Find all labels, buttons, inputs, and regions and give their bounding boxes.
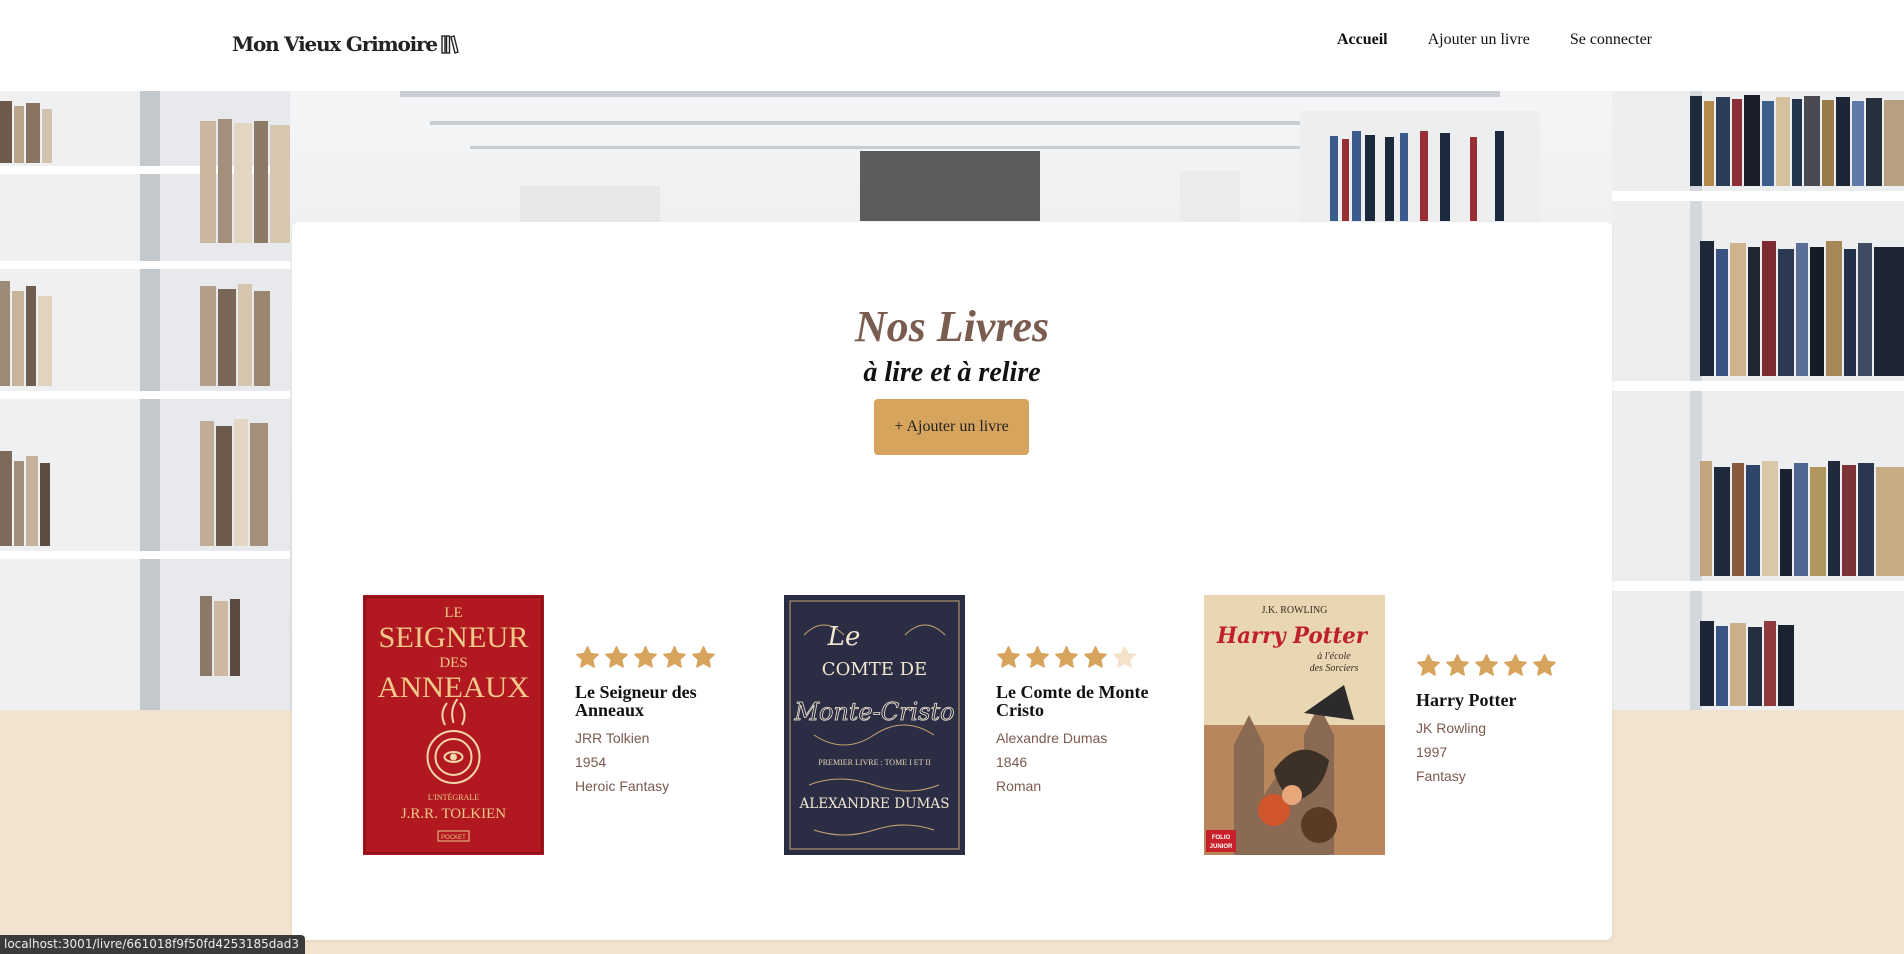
cover-line2: COMTE DE	[822, 659, 927, 680]
star-filled-icon	[997, 646, 1020, 668]
book-cover[interactable]: J.K. ROWLING Harry Potter à l'école des …	[1204, 595, 1385, 855]
book-info: Le Comte de Monte Cristo Alexandre Dumas…	[996, 645, 1156, 798]
site-logo[interactable]: Mon Vieux Grimoire	[232, 32, 459, 56]
book-genre: Roman	[996, 778, 1042, 794]
book-author: JRR Tolkien	[575, 730, 650, 746]
star-filled-icon	[1504, 654, 1527, 676]
browser-status-url: localhost:3001/livre/661018f9f50fd425318…	[0, 935, 306, 954]
cover-line1: LE	[444, 605, 462, 621]
cover-line1: Harry Potter	[1216, 623, 1368, 649]
book-cover[interactable]: Le COMTE DE Monte-Cristo PREMIER LIVRE :…	[784, 595, 965, 855]
book-year: 1997	[1416, 744, 1448, 760]
book-card[interactable]: LE SEIGNEUR DES ANNEAUX L'INTÉGRALE J.R.…	[363, 595, 715, 855]
book-meta: Alexandre Dumas 1846 Roman	[996, 726, 1156, 798]
add-book-button[interactable]: + Ajouter un livre	[874, 399, 1029, 455]
star-filled-icon	[1084, 646, 1107, 668]
book-year: 1846	[996, 754, 1028, 770]
star-filled-icon	[1026, 646, 1049, 668]
site-header: Mon Vieux Grimoire Accueil Ajouter un li…	[0, 0, 1904, 91]
star-filled-icon	[605, 646, 628, 668]
cover-line3: des Sorciers	[1310, 663, 1359, 674]
cover-line4: ANNEAUX	[378, 671, 530, 704]
book-info: Le Seigneur des Anneaux JRR Tolkien 1954…	[575, 645, 735, 798]
book-cover[interactable]: LE SEIGNEUR DES ANNEAUX L'INTÉGRALE J.R.…	[363, 595, 544, 855]
book-genre: Fantasy	[1416, 768, 1466, 784]
star-filled-icon	[1446, 654, 1469, 676]
cover-badge2: JUNIOR	[1210, 844, 1233, 850]
book-info: Harry Potter JK Rowling 1997 Fantasy	[1416, 653, 1576, 788]
star-filled-icon	[1475, 654, 1498, 676]
book-author: JK Rowling	[1416, 720, 1487, 736]
cover-badge: POCKET	[441, 835, 466, 841]
book-card[interactable]: J.K. ROWLING Harry Potter à l'école des …	[1204, 595, 1556, 855]
star-filled-icon	[1055, 646, 1078, 668]
main-nav: Accueil Ajouter un livre Se connecter	[1337, 31, 1652, 49]
star-filled-icon	[634, 646, 657, 668]
star-filled-icon	[1417, 654, 1440, 676]
book-author: Alexandre Dumas	[996, 730, 1108, 746]
books-card: Nos Livres à lire et à relire + Ajouter …	[292, 222, 1612, 940]
book-title[interactable]: Harry Potter	[1416, 691, 1576, 709]
cover-line2: SEIGNEUR	[379, 621, 529, 654]
cover-small: PREMIER LIVRE : TOME I ET II	[818, 758, 931, 767]
cover-badge1: FOLIO	[1212, 835, 1231, 841]
rating-stars	[1416, 653, 1576, 679]
book-title[interactable]: Le Seigneur des Anneaux	[575, 683, 735, 719]
cover-author: J.R.R. TOLKIEN	[401, 806, 506, 822]
star-empty-icon	[1113, 646, 1136, 668]
cover-line3: DES	[439, 655, 467, 671]
star-filled-icon	[692, 646, 715, 668]
book-card[interactable]: Le COMTE DE Monte-Cristo PREMIER LIVRE :…	[784, 595, 1148, 855]
star-filled-icon	[663, 646, 686, 668]
books-icon	[441, 35, 459, 54]
book-year: 1954	[575, 754, 607, 770]
logo-text: Mon Vieux Grimoire	[232, 32, 438, 56]
book-genre: Heroic Fantasy	[575, 778, 670, 794]
cover-author: J.K. ROWLING	[1262, 605, 1328, 616]
star-filled-icon	[1533, 654, 1556, 676]
page-title: Nos Livres	[854, 302, 1050, 351]
cover-line1: Le	[827, 622, 861, 652]
nav-ajouter-un-livre[interactable]: Ajouter un livre	[1428, 31, 1530, 49]
cover-small: L'INTÉGRALE	[428, 792, 479, 802]
star-filled-icon	[576, 646, 599, 668]
page-subtitle: à lire et à relire	[863, 357, 1041, 388]
cover-line3: Monte-Cristo	[794, 698, 955, 726]
cover-line2: à l'école	[1317, 651, 1351, 662]
book-meta: JK Rowling 1997 Fantasy	[1416, 716, 1576, 788]
book-meta: JRR Tolkien 1954 Heroic Fantasy	[575, 726, 735, 798]
cover-author: ALEXANDRE DUMAS	[799, 796, 950, 812]
book-title[interactable]: Le Comte de Monte Cristo	[996, 683, 1156, 719]
rating-stars	[996, 645, 1156, 671]
nav-accueil[interactable]: Accueil	[1337, 31, 1388, 49]
nav-se-connecter[interactable]: Se connecter	[1570, 31, 1652, 49]
rating-stars	[575, 645, 735, 671]
